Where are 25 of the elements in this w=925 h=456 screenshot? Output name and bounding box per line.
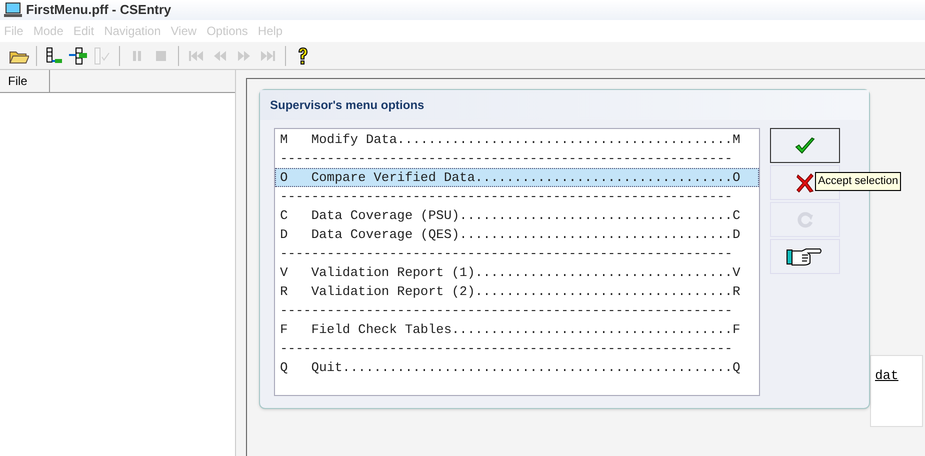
menu-option[interactable]: Q Quit..................................................Q bbox=[275, 358, 759, 377]
menu-option[interactable]: D Data Coverage (QES)...................................D bbox=[275, 225, 759, 244]
pointing-hand-icon bbox=[786, 246, 824, 266]
menu-option[interactable]: R Validation Report (2).................................R bbox=[275, 282, 759, 301]
separator-line: ---------------------------------------------------------- bbox=[279, 340, 734, 358]
accept-button[interactable] bbox=[770, 128, 840, 163]
menu-option[interactable]: C Data Coverage (PSU)...................................C bbox=[275, 206, 759, 225]
menu-option[interactable]: F Field Check Tables....................................F bbox=[275, 320, 759, 339]
separator-line: ---------------------------------------------------------- bbox=[279, 150, 734, 168]
dialog-title: Supervisor's menu options bbox=[260, 90, 869, 120]
tooltip: Accept selection bbox=[815, 172, 902, 190]
separator-line: ---------------------------------------------------------- bbox=[279, 302, 734, 320]
background-text: dat bbox=[870, 355, 924, 426]
menu-option[interactable]: O Compare Verified Data.................................O bbox=[275, 168, 759, 187]
refresh-icon bbox=[796, 210, 814, 228]
separator-line: ---------------------------------------------------------- bbox=[279, 245, 734, 263]
menu-option[interactable]: V Validation Report (1).................................V bbox=[275, 263, 759, 282]
x-icon bbox=[796, 172, 814, 192]
tree-icon[interactable] bbox=[67, 44, 89, 66]
computer-icon bbox=[4, 2, 22, 18]
checkmark-icon bbox=[794, 136, 816, 156]
window-title: FirstMenu.pff - CSEntry bbox=[26, 1, 172, 20]
menu-option[interactable]: M Modify Data...........................................M bbox=[275, 130, 759, 149]
point-button[interactable] bbox=[770, 239, 840, 274]
separator-line: ---------------------------------------------------------- bbox=[279, 188, 734, 206]
